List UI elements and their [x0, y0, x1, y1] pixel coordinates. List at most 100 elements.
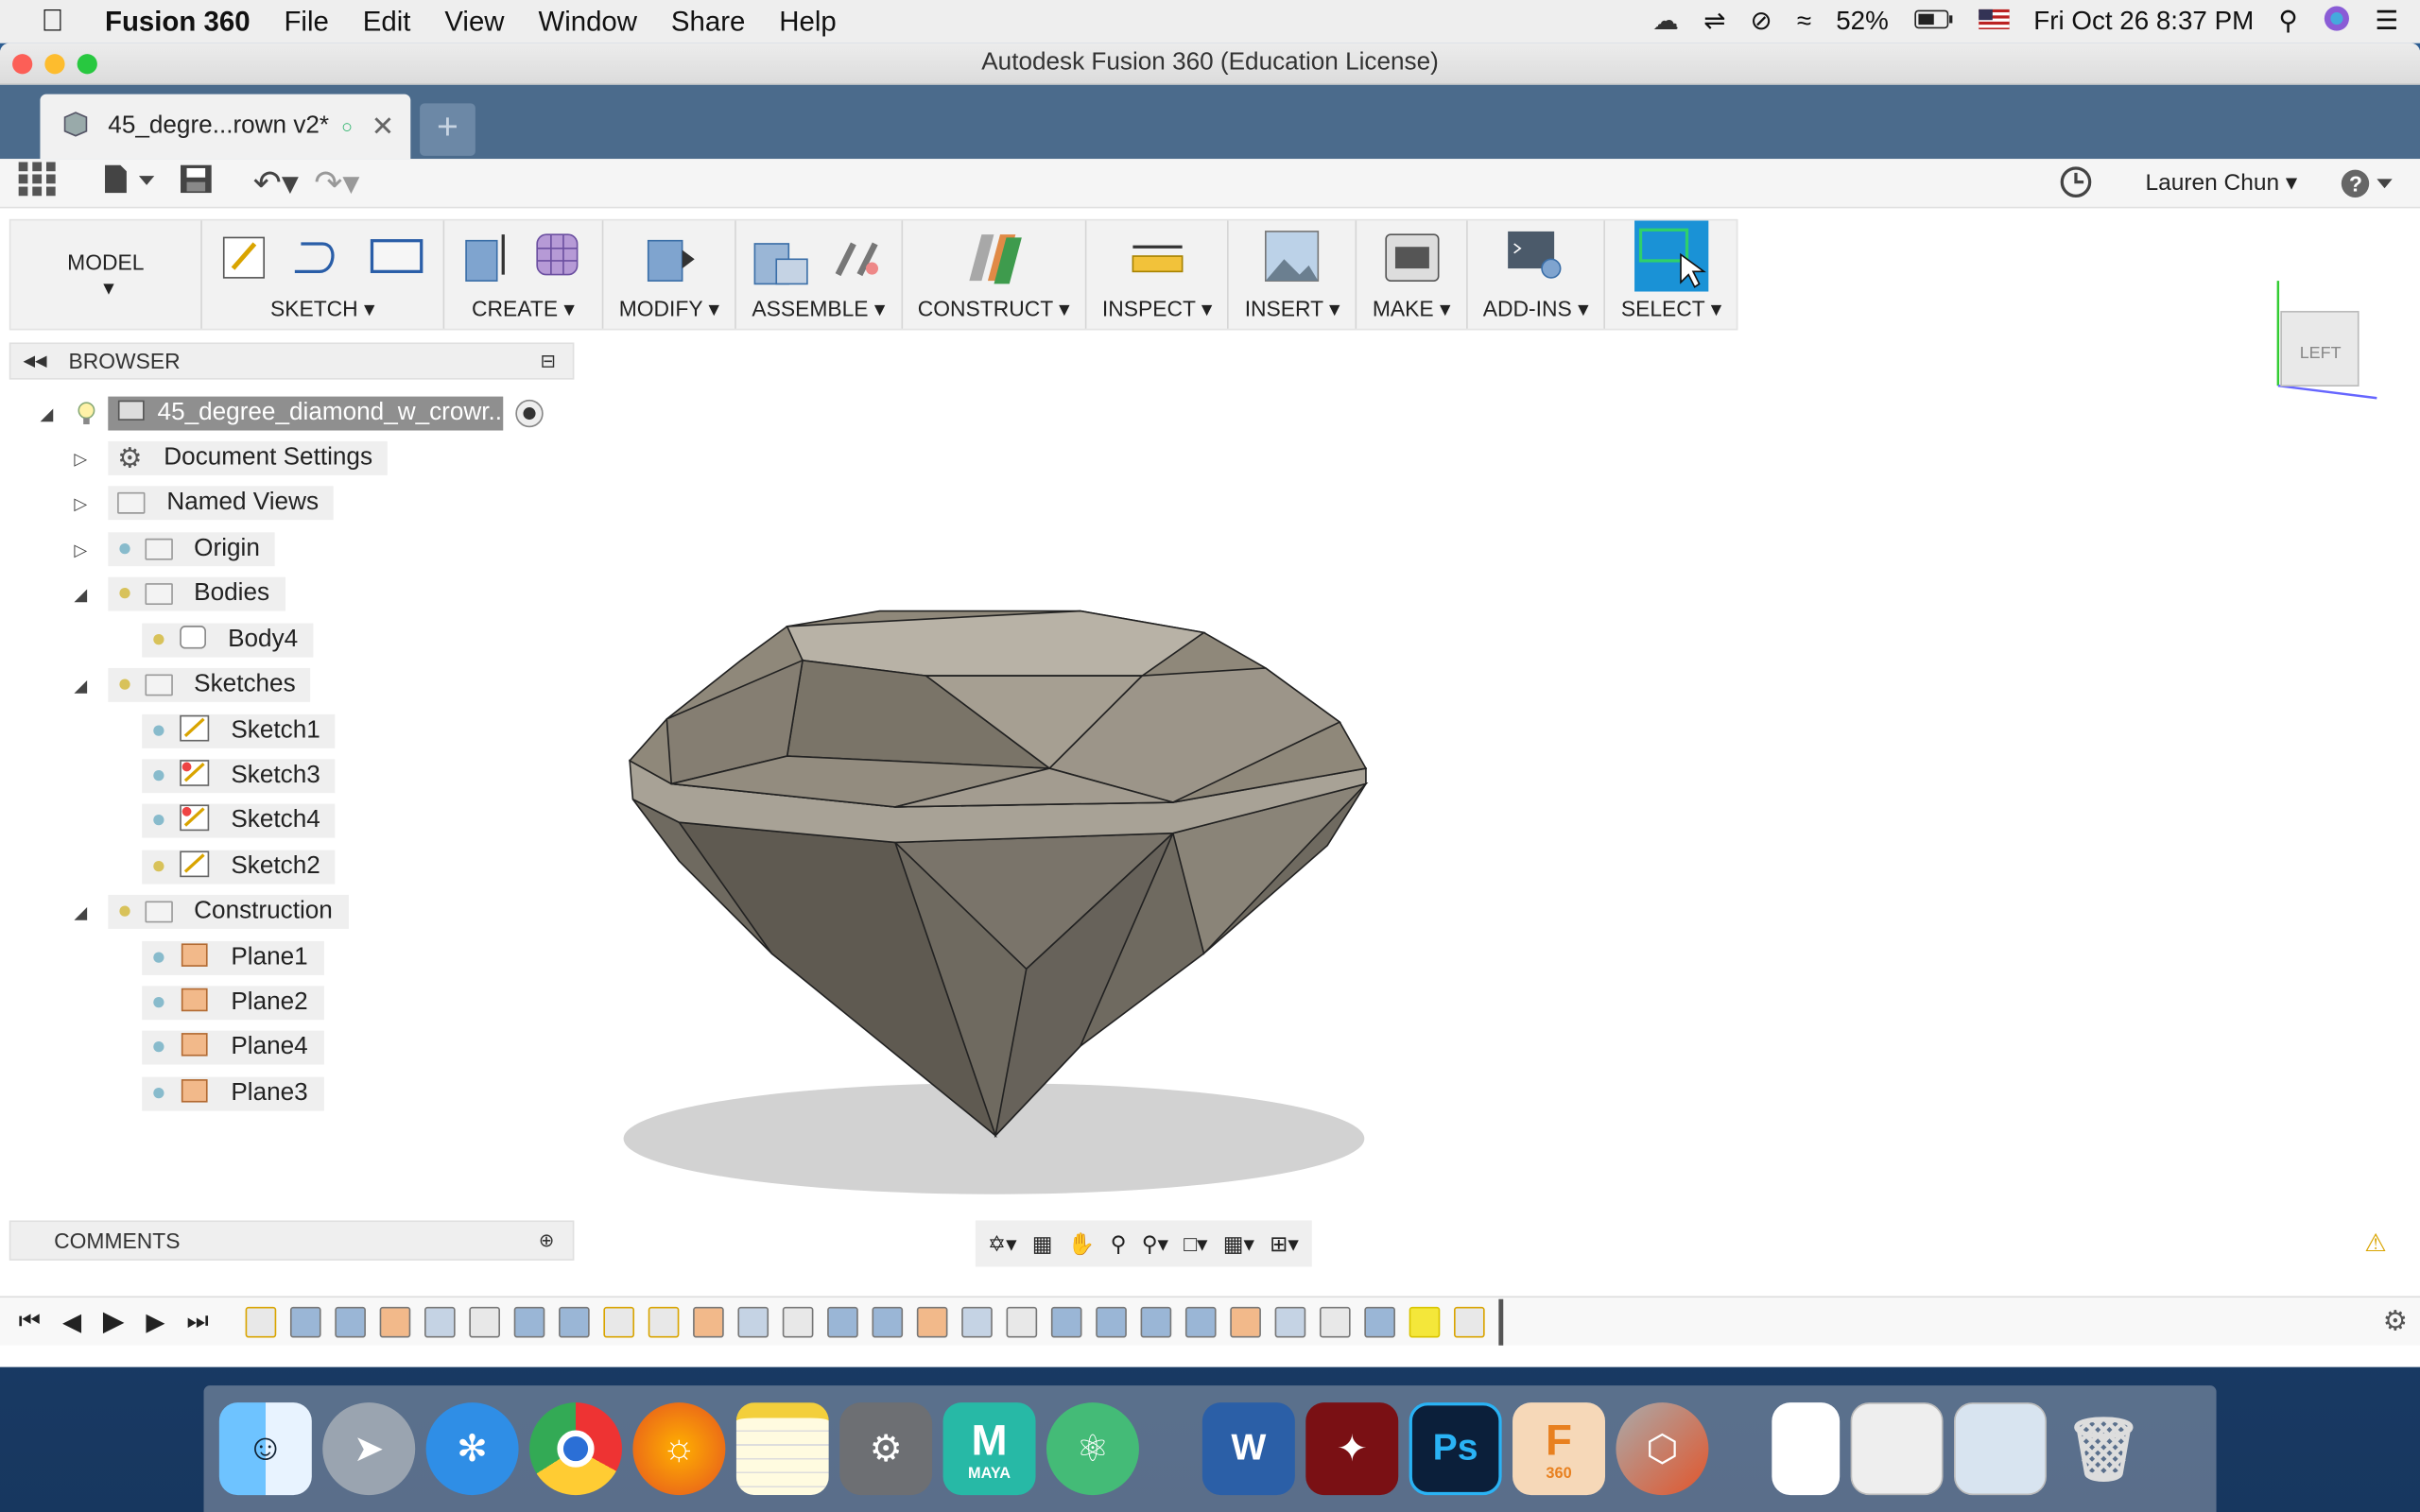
menu-help[interactable]: Help: [779, 6, 836, 38]
lightbulb-icon[interactable]: ●: [151, 763, 166, 790]
finder-icon[interactable]: ☺: [218, 1402, 312, 1496]
lightbulb-icon[interactable]: ●: [151, 807, 166, 834]
timeline-feature[interactable]: [290, 1306, 322, 1337]
timeline-feature[interactable]: [1275, 1306, 1306, 1337]
3d-viewport[interactable]: [574, 386, 2420, 1312]
make-group[interactable]: MAKE: [1357, 220, 1468, 329]
workspace-switcher[interactable]: MODEL ▾: [10, 220, 202, 329]
save-icon[interactable]: [179, 163, 213, 202]
photoshop-icon[interactable]: Ps: [1409, 1402, 1502, 1496]
menu-clock[interactable]: Fri Oct 26 8:37 PM: [2033, 7, 2254, 38]
3d-print-icon[interactable]: [1382, 228, 1441, 291]
form-icon[interactable]: [531, 228, 587, 291]
wifi-icon[interactable]: ≈: [1797, 7, 1811, 38]
pan-hand-icon[interactable]: ✋: [1068, 1230, 1095, 1257]
acrobat-icon[interactable]: ✦: [1305, 1402, 1399, 1496]
fit-zoom-icon[interactable]: ⚲▾: [1142, 1230, 1168, 1257]
lightbulb-icon[interactable]: ●: [151, 1080, 166, 1108]
tree-item-sketch3[interactable]: ● Sketch3: [142, 759, 337, 794]
insert-group[interactable]: INSERT: [1229, 220, 1357, 329]
flag-icon[interactable]: [1978, 7, 2010, 38]
add-ins-group[interactable]: ADD-INS: [1467, 220, 1606, 329]
tree-item-plane4[interactable]: ● Plane4: [142, 1030, 324, 1065]
do-not-disturb-icon[interactable]: ⊘: [1750, 7, 1772, 38]
timeline-feature[interactable]: [514, 1306, 545, 1337]
undo-icon[interactable]: ↶▾: [253, 163, 299, 202]
menu-file[interactable]: File: [284, 6, 328, 38]
siri-icon[interactable]: [2323, 4, 2350, 40]
atom-icon[interactable]: ⚛: [1046, 1402, 1139, 1496]
rectangle-icon[interactable]: [366, 228, 427, 291]
timeline-feature[interactable]: [1364, 1306, 1396, 1337]
comments-panel[interactable]: COMMENTS ⊕: [9, 1220, 575, 1261]
tree-item-sketches[interactable]: ● Sketches: [108, 667, 311, 702]
creative-cloud-icon[interactable]: ☁: [1652, 7, 1679, 38]
help-icon[interactable]: ?: [2340, 166, 2395, 208]
browser-pin-icon[interactable]: ⊟: [540, 351, 555, 372]
chrome-icon[interactable]: [529, 1402, 622, 1496]
named-views-expander[interactable]: ▷: [74, 493, 93, 514]
user-account-menu[interactable]: Lauren Chun ▾: [2145, 168, 2297, 197]
pdf-preview-icon[interactable]: [1850, 1402, 1944, 1496]
menu-edit[interactable]: Edit: [363, 6, 411, 38]
timeline-feature[interactable]: [246, 1306, 277, 1337]
timeline-feature[interactable]: [648, 1306, 680, 1337]
viewports-icon[interactable]: ⊞▾: [1270, 1230, 1299, 1257]
bodies-expander[interactable]: ◢: [74, 585, 93, 605]
timeline-feature[interactable]: [1230, 1306, 1262, 1337]
spotlight-search-icon[interactable]: ⚲: [2278, 7, 2297, 38]
lightbulb-icon[interactable]: ●: [117, 671, 132, 698]
notification-center-icon[interactable]: ☰: [2375, 7, 2398, 38]
job-status-clock-icon[interactable]: [2059, 165, 2093, 207]
go-to-end-icon[interactable]: ⏭: [186, 1308, 209, 1335]
select-tool-icon[interactable]: [1634, 219, 1709, 299]
tree-item-plane1[interactable]: ● Plane1: [142, 940, 324, 975]
firefox-icon[interactable]: ☼: [632, 1402, 726, 1496]
safari-icon[interactable]: ✻: [425, 1402, 519, 1496]
tree-item-origin[interactable]: ● Origin: [108, 532, 276, 567]
lightbulb-icon[interactable]: ●: [151, 627, 166, 654]
battery-percent[interactable]: 52%: [1836, 7, 1889, 38]
timeline-feature[interactable]: [603, 1306, 635, 1337]
lightbulb-icon[interactable]: ●: [151, 717, 166, 745]
grid-settings-icon[interactable]: ▦▾: [1223, 1230, 1254, 1257]
apple-icon[interactable]: : [0, 4, 105, 40]
timeline-feature[interactable]: [1006, 1306, 1038, 1337]
zoom-icon[interactable]: ⚲: [1111, 1230, 1127, 1257]
create-sketch-icon[interactable]: [217, 228, 273, 291]
redo-icon[interactable]: ↷▾: [314, 163, 359, 202]
tree-item-sketch4[interactable]: ● Sketch4: [142, 803, 337, 838]
new-tab-button[interactable]: +: [420, 103, 475, 156]
menu-view[interactable]: View: [444, 6, 504, 38]
press-pull-icon[interactable]: [641, 228, 697, 291]
timeline-feature[interactable]: [1454, 1306, 1486, 1337]
scripts-icon[interactable]: [1505, 228, 1566, 291]
notes-icon[interactable]: [735, 1402, 829, 1496]
tree-item-bodies[interactable]: ● Bodies: [108, 576, 285, 611]
step-back-icon[interactable]: ◀: [62, 1306, 81, 1337]
diamond-model[interactable]: [574, 386, 2420, 1312]
sketches-expander[interactable]: ◢: [74, 676, 93, 696]
timeline-feature[interactable]: [737, 1306, 769, 1337]
timeline-settings-gear-icon[interactable]: ⚙: [2383, 1305, 2408, 1337]
step-forward-icon[interactable]: ▶: [146, 1306, 164, 1337]
extrude-icon[interactable]: [460, 228, 516, 291]
tree-item-plane3[interactable]: ● Plane3: [142, 1076, 324, 1111]
inspect-group[interactable]: INSPECT: [1087, 220, 1230, 329]
document-icon[interactable]: [1772, 1402, 1841, 1496]
timeline-features[interactable]: [246, 1297, 1504, 1345]
timeline-feature[interactable]: [1185, 1306, 1218, 1337]
modify-group[interactable]: MODIFY: [603, 220, 737, 329]
timeline-feature[interactable]: [827, 1306, 859, 1337]
launchpad-icon[interactable]: ➤: [322, 1402, 416, 1496]
menu-window[interactable]: Window: [538, 6, 637, 38]
browser-header[interactable]: ◀◀ BROWSER ⊟: [9, 342, 575, 380]
data-panel-grid-icon[interactable]: [18, 162, 56, 203]
tree-item-named-views[interactable]: Named Views: [108, 486, 335, 521]
lightbulb-icon[interactable]: ●: [151, 853, 166, 881]
create-group[interactable]: CREATE: [444, 220, 604, 329]
timeline-feature[interactable]: [424, 1306, 457, 1337]
transfer-icon[interactable]: ⇌: [1703, 7, 1725, 38]
document-tab[interactable]: 45_degre...rown v2* ○ ✕: [40, 94, 411, 160]
menu-share[interactable]: Share: [671, 6, 745, 38]
